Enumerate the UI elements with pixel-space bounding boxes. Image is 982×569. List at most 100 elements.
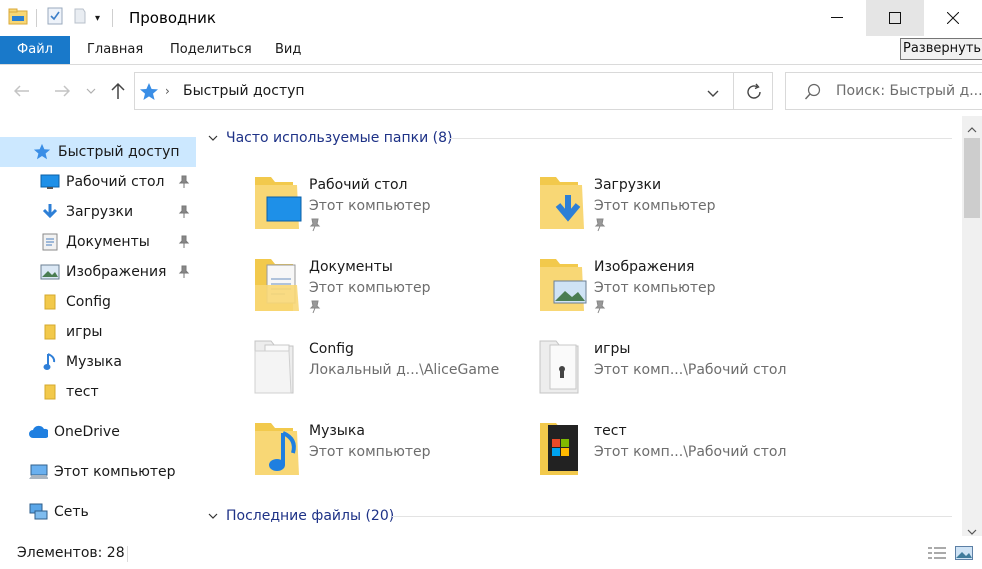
sidebar-item-games[interactable]: игры bbox=[0, 317, 196, 347]
tab-share[interactable]: Поделиться bbox=[154, 36, 268, 64]
sidebar-item-onedrive[interactable]: OneDrive bbox=[0, 417, 196, 447]
folder-name: Документы bbox=[309, 259, 393, 275]
sidebar-item-pictures[interactable]: Изображения bbox=[0, 257, 196, 287]
breadcrumb-chevron-icon[interactable]: › bbox=[165, 84, 170, 98]
desktop-icon bbox=[40, 172, 60, 192]
details-view-icon[interactable] bbox=[928, 546, 946, 564]
pictures-folder-icon bbox=[538, 255, 592, 315]
navigation-pane[interactable]: Быстрый доступ Рабочий стол Загрузки Док… bbox=[0, 116, 198, 536]
pin-icon[interactable] bbox=[594, 218, 606, 236]
group-divider bbox=[392, 516, 952, 517]
pin-icon[interactable] bbox=[594, 300, 606, 318]
close-button[interactable] bbox=[924, 0, 982, 36]
properties-icon[interactable] bbox=[47, 7, 63, 29]
folder-tile-config[interactable]: Config Локальный д...\AliceGame bbox=[253, 337, 533, 407]
maximize-button[interactable] bbox=[866, 0, 924, 36]
sidebar-item-label: тест bbox=[66, 384, 99, 400]
scroll-up-icon[interactable] bbox=[967, 122, 977, 137]
sidebar-item-test[interactable]: тест bbox=[0, 377, 196, 407]
folder-tile-music[interactable]: Музыка Этот компьютер bbox=[253, 419, 533, 489]
download-icon bbox=[40, 202, 60, 222]
pin-icon[interactable] bbox=[178, 205, 190, 223]
tab-home[interactable]: Главная bbox=[71, 36, 159, 64]
quick-access-toolbar: ▾ bbox=[8, 7, 114, 29]
sidebar-item-config[interactable]: Config bbox=[0, 287, 196, 317]
sidebar-item-label: Этот компьютер bbox=[54, 464, 176, 480]
up-button[interactable] bbox=[106, 79, 130, 103]
cloud-icon bbox=[28, 422, 48, 442]
address-dropdown-icon[interactable] bbox=[707, 87, 719, 102]
sidebar-item-label: Загрузки bbox=[66, 204, 134, 220]
search-box[interactable]: Поиск: Быстрый д... bbox=[785, 72, 982, 110]
sidebar-item-desktop[interactable]: Рабочий стол bbox=[0, 167, 196, 197]
tab-file[interactable]: Файл bbox=[0, 36, 70, 64]
group-divider bbox=[450, 138, 952, 139]
folder-tile-pictures[interactable]: Изображения Этот компьютер bbox=[538, 255, 818, 325]
forward-button[interactable] bbox=[50, 79, 74, 103]
folder-tile-documents[interactable]: Документы Этот компьютер bbox=[253, 255, 533, 325]
star-icon bbox=[32, 142, 52, 162]
folder-icon bbox=[40, 322, 60, 342]
folder-location: Этот компьютер bbox=[309, 198, 431, 214]
address-row: › Быстрый доступ Поиск: Быстрый д... bbox=[0, 66, 982, 116]
arrow-left-icon bbox=[14, 85, 29, 97]
new-folder-icon[interactable] bbox=[73, 7, 87, 29]
tab-view[interactable]: Вид bbox=[259, 36, 317, 64]
folder-tile-games[interactable]: игры Этот комп...\Рабочий стол bbox=[538, 337, 818, 407]
scroll-down-icon[interactable] bbox=[967, 524, 977, 539]
pin-icon[interactable] bbox=[178, 235, 190, 253]
sidebar-item-label: Быстрый доступ bbox=[58, 144, 180, 160]
computer-icon bbox=[28, 462, 48, 482]
recent-locations-button[interactable] bbox=[82, 79, 100, 103]
pin-icon[interactable] bbox=[178, 265, 190, 283]
address-bar[interactable]: › Быстрый доступ bbox=[134, 72, 773, 110]
folder-location: Локальный д...\AliceGame bbox=[309, 362, 500, 378]
document-icon bbox=[40, 232, 60, 252]
vertical-scrollbar[interactable] bbox=[962, 116, 982, 536]
pin-icon[interactable] bbox=[309, 218, 321, 236]
chevron-down-icon bbox=[208, 513, 218, 519]
scrollbar-thumb[interactable] bbox=[964, 138, 980, 218]
folder-location: Этот компьютер bbox=[594, 198, 716, 214]
folder-name: Загрузки bbox=[594, 177, 662, 193]
sidebar-item-documents[interactable]: Документы bbox=[0, 227, 196, 257]
content-area[interactable]: Часто используемые папки (8) Рабочий сто… bbox=[198, 116, 960, 536]
folder-tile-test[interactable]: тест Этот комп...\Рабочий стол bbox=[538, 419, 818, 489]
customize-toolbar-chevron-icon[interactable]: ▾ bbox=[95, 13, 100, 24]
sidebar-item-quick-access[interactable]: Быстрый доступ bbox=[0, 137, 196, 167]
sidebar-item-label: Документы bbox=[66, 234, 150, 250]
folder-name: тест bbox=[594, 423, 627, 439]
large-icons-view-icon[interactable] bbox=[955, 546, 973, 564]
test-folder-icon bbox=[538, 419, 592, 479]
address-path[interactable]: Быстрый доступ bbox=[183, 83, 305, 99]
group-header-recent[interactable]: Последние файлы (20) bbox=[208, 505, 394, 527]
group-header-frequent[interactable]: Часто используемые папки (8) bbox=[208, 127, 453, 149]
downloads-folder-icon bbox=[538, 173, 592, 233]
explorer-app-icon[interactable] bbox=[8, 7, 28, 29]
back-button[interactable] bbox=[10, 79, 34, 103]
minimize-button[interactable] bbox=[808, 0, 866, 36]
group-header-label: Часто используемые папки (8) bbox=[226, 130, 453, 146]
folder-location: Этот компьютер bbox=[309, 280, 431, 296]
folder-location: Этот компьютер bbox=[594, 280, 716, 296]
chevron-down-icon bbox=[208, 135, 218, 141]
folder-name: Музыка bbox=[309, 423, 365, 439]
pin-icon[interactable] bbox=[178, 175, 190, 193]
search-input[interactable]: Поиск: Быстрый д... bbox=[836, 83, 982, 99]
music-folder-icon bbox=[253, 419, 307, 479]
folder-tile-downloads[interactable]: Загрузки Этот компьютер bbox=[538, 173, 818, 243]
sidebar-item-downloads[interactable]: Загрузки bbox=[0, 197, 196, 227]
sidebar-item-this-pc[interactable]: Этот компьютер bbox=[0, 457, 196, 487]
refresh-icon[interactable] bbox=[745, 83, 763, 105]
music-icon bbox=[40, 352, 60, 372]
group-header-label: Последние файлы (20) bbox=[226, 508, 395, 524]
sidebar-item-network[interactable]: Сеть bbox=[0, 497, 196, 527]
folder-tile-desktop[interactable]: Рабочий стол Этот компьютер bbox=[253, 173, 533, 243]
pin-icon[interactable] bbox=[309, 300, 321, 318]
sidebar-item-music[interactable]: Музыка bbox=[0, 347, 196, 377]
games-folder-icon bbox=[538, 337, 592, 397]
sidebar-item-label: игры bbox=[66, 324, 103, 340]
arrow-up-icon bbox=[111, 82, 125, 99]
folder-name: Config bbox=[309, 341, 354, 357]
ribbon: Файл Главная Поделиться Вид bbox=[0, 36, 982, 65]
